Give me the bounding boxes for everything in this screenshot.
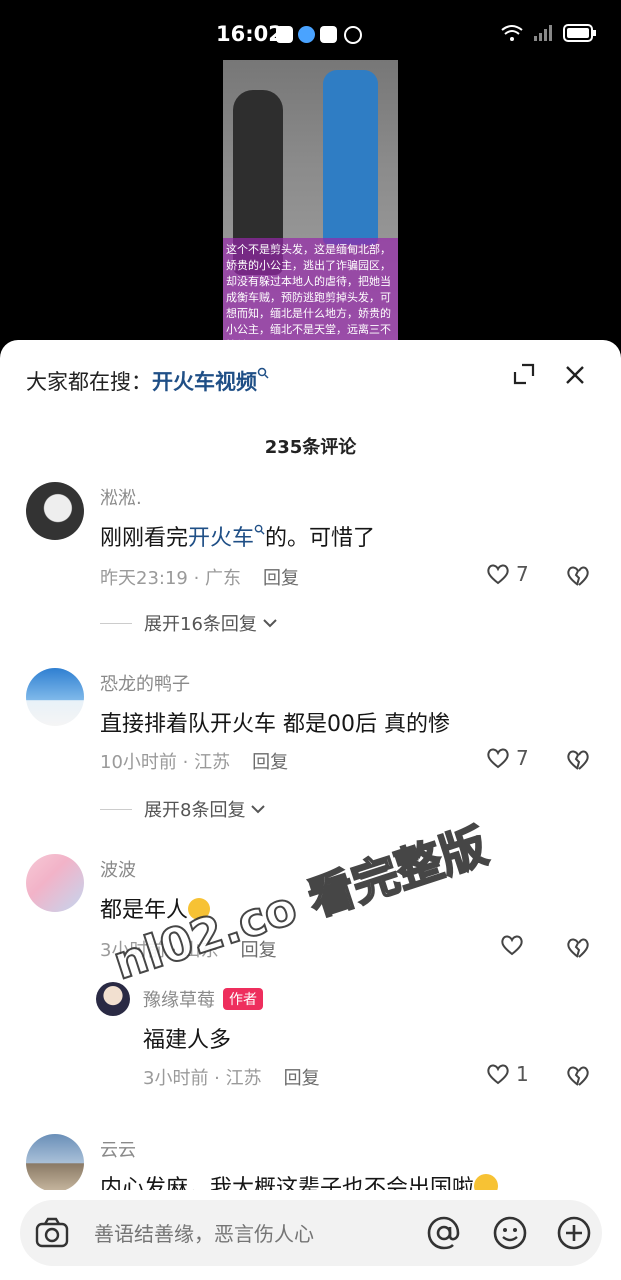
comment-time-location: 昨天23:19 · 广东	[100, 568, 242, 589]
notification-icon	[276, 26, 293, 43]
search-icon	[257, 367, 269, 379]
comment-meta: 10小时前 · 江苏 回复	[100, 748, 288, 774]
avatar[interactable]	[26, 854, 84, 912]
comment-meta: 昨天23:19 · 广东 回复	[100, 564, 299, 590]
expand-icon[interactable]	[512, 362, 536, 386]
expand-replies-label: 展开8条回复	[144, 800, 246, 821]
comment-text: 直接排着队开火车 都是00后 真的惨	[100, 712, 450, 737]
video-frame[interactable]: 这个不是剪头发，这是缅甸北部，娇贵的小公主，逃出了诈骗园区，却没有躲过本地人的虐…	[223, 60, 398, 360]
notification-icon	[298, 26, 315, 43]
heart-icon	[487, 564, 509, 585]
add-icon[interactable]	[556, 1215, 592, 1251]
like-count: 7	[516, 746, 529, 770]
divider	[100, 808, 132, 810]
camera-icon[interactable]	[34, 1217, 70, 1249]
comment-item: 云云 内心发麻，我大概这辈子也不会出国啦	[0, 1132, 621, 1190]
at-mention-icon[interactable]	[426, 1215, 462, 1251]
notification-icon	[320, 26, 337, 43]
heart-icon	[487, 1064, 509, 1085]
heart-icon	[487, 748, 509, 769]
broken-heart-icon[interactable]	[566, 1064, 590, 1088]
reply-button[interactable]: 回复	[252, 752, 288, 773]
comment-time-location: 10小时前 · 江苏	[100, 752, 231, 773]
comment-input-bar[interactable]	[20, 1200, 602, 1266]
emoji-icon[interactable]	[492, 1215, 528, 1251]
expand-replies-button[interactable]: 展开8条回复	[100, 796, 267, 822]
comment-count: 235条评论	[264, 437, 357, 458]
video-person	[323, 70, 378, 245]
divider	[100, 622, 132, 624]
like-button[interactable]: 1	[486, 1062, 529, 1086]
like-button[interactable]: 7	[486, 562, 529, 586]
nfc-icon	[344, 26, 362, 44]
comment-input[interactable]	[92, 1216, 406, 1252]
comment-username[interactable]: 恐龙的鸭子	[100, 670, 190, 696]
close-icon[interactable]	[562, 362, 588, 388]
comment-text: 刚刚看完开火车 的。可惜了	[100, 520, 375, 552]
comment-username[interactable]: 波波	[100, 856, 136, 882]
comment-text-part: 的。可惜了	[265, 526, 376, 551]
broken-heart-icon[interactable]	[566, 748, 590, 772]
broken-heart-icon[interactable]	[566, 564, 590, 588]
like-button[interactable]	[500, 934, 530, 956]
chevron-down-icon	[251, 805, 266, 814]
comment-text-part: 内心发麻，我大概这辈子也不会出国啦	[100, 1176, 475, 1190]
search-prefix: 大家都在搜：	[26, 370, 152, 394]
reply-meta: 3小时前 · 江苏 回复	[143, 1064, 320, 1090]
reply-time-location: 3小时前 · 江苏	[143, 1068, 262, 1089]
like-count: 1	[516, 1062, 529, 1086]
reply-text: 福建人多	[143, 1028, 232, 1053]
expand-replies-button[interactable]: 展开16条回复	[100, 610, 279, 636]
reply-username[interactable]: 豫缘草莓 作者	[143, 986, 263, 1012]
reply-button[interactable]: 回复	[284, 1068, 320, 1089]
avatar[interactable]	[26, 482, 84, 540]
comment-text-part: 刚刚看完	[100, 526, 189, 551]
search-icon	[254, 524, 265, 535]
reply-button[interactable]: 回复	[263, 568, 299, 589]
like-button[interactable]: 7	[486, 746, 529, 770]
search-keyword[interactable]: 开火车视频	[152, 370, 257, 394]
broken-heart-icon[interactable]	[566, 936, 590, 960]
wifi-icon	[501, 25, 523, 41]
comment-username[interactable]: 云云	[100, 1136, 136, 1162]
status-time: 16:02	[216, 22, 283, 46]
battery-icon	[563, 24, 596, 42]
emoji-icon	[474, 1174, 499, 1190]
status-bar: 16:02	[0, 0, 621, 60]
expand-replies-label: 展开16条回复	[144, 614, 257, 635]
reply-username-text: 豫缘草莓	[143, 990, 215, 1011]
avatar[interactable]	[26, 668, 84, 726]
chevron-down-icon	[263, 619, 277, 628]
signal-icon	[534, 25, 552, 41]
comment-keyword-link[interactable]: 开火车	[188, 526, 254, 551]
comment-panel: 大家都在搜：开火车视频 235条评论 淞淞. 刚刚看完开火车 的。可惜了 昨天23…	[0, 340, 621, 1280]
like-count: 7	[516, 562, 529, 586]
search-suggestion[interactable]: 大家都在搜：开火车视频	[26, 366, 269, 396]
video-player[interactable]: 这个不是剪头发，这是缅甸北部，娇贵的小公主，逃出了诈骗园区，却没有躲过本地人的虐…	[0, 60, 621, 360]
avatar[interactable]	[26, 1134, 84, 1190]
author-badge: 作者	[223, 988, 263, 1010]
comment-username[interactable]: 淞淞.	[100, 484, 142, 510]
comment-text: 内心发麻，我大概这辈子也不会出国啦	[100, 1170, 499, 1190]
heart-icon	[501, 935, 523, 956]
